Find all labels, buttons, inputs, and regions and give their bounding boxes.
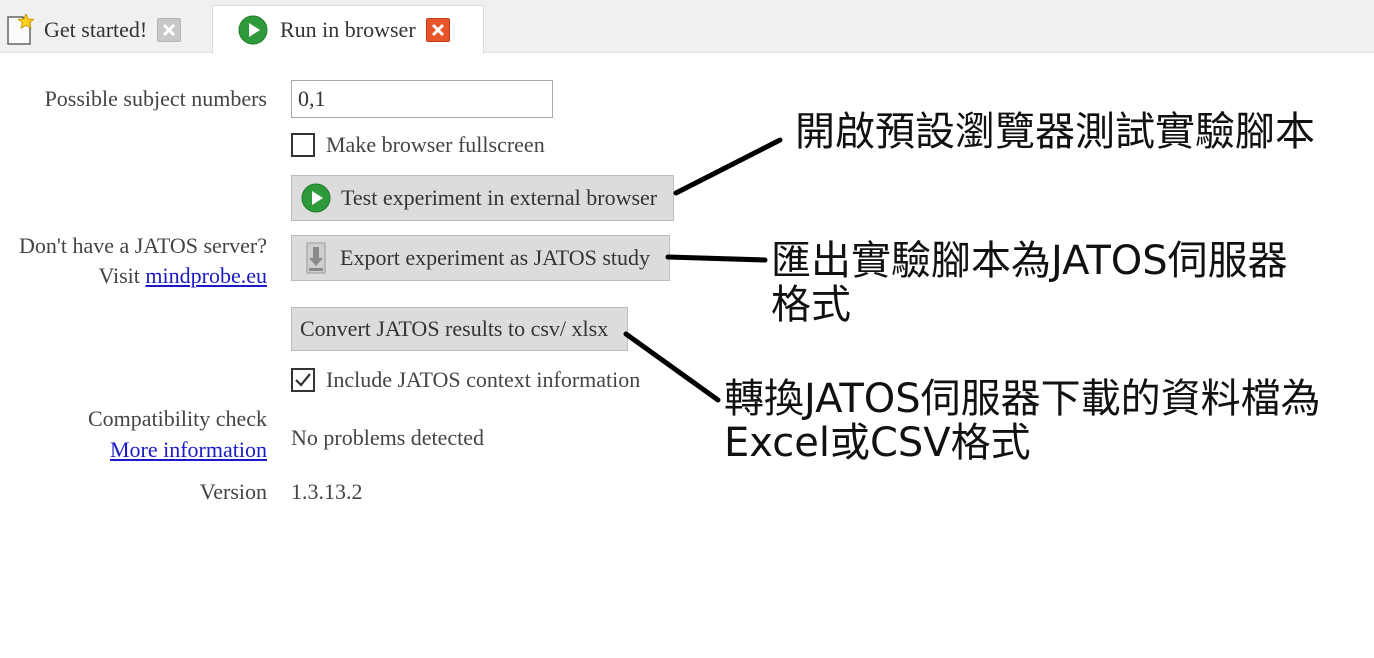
fullscreen-label: Make browser fullscreen [326, 132, 545, 157]
compatibility-status: No problems detected [291, 425, 485, 450]
annotation-export-line1: 匯出實驗腳本為JATOS伺服器 [771, 238, 1288, 284]
convert-button-label: Convert JATOS results to csv/ xlsx [300, 316, 609, 341]
context-checkbox-row[interactable]: Include JATOS context information [291, 367, 640, 393]
tab-label: Get started! [44, 17, 148, 42]
fullscreen-checkbox[interactable] [291, 133, 315, 157]
export-study-button[interactable]: Export experiment as JATOS study [291, 235, 670, 281]
fullscreen-checkbox-row[interactable]: Make browser fullscreen [291, 132, 545, 158]
tab-bar: Get started! Run in browser [0, 0, 1374, 54]
more-information-link-text[interactable]: More information [110, 437, 267, 462]
export-button-label: Export experiment as JATOS study [340, 245, 651, 270]
annotation-test: 開啟預設瀏覽器測試實驗腳本 [795, 109, 1315, 155]
annotation-line-export [665, 254, 768, 263]
annotation-convert-line2: Excel或CSV格式 [724, 420, 1031, 466]
play-icon [301, 183, 331, 213]
test-experiment-button[interactable]: Test experiment in external browser [291, 175, 674, 221]
version-value: 1.3.13.2 [291, 479, 363, 504]
version-label: Version [199, 479, 267, 504]
context-label: Include JATOS context information [326, 367, 641, 392]
app-window: Get started! Run in browser Possible sub… [0, 0, 1374, 658]
annotation-export-line2: 格式 [771, 282, 851, 328]
play-icon [238, 15, 268, 45]
tab-get-started[interactable]: Get started! [0, 8, 210, 52]
annotation-line-test [673, 137, 783, 196]
server-question-text: Don't have a JATOS server? [19, 233, 267, 258]
checkmark-icon [295, 373, 311, 387]
more-information-link[interactable]: More information [110, 437, 267, 463]
mindprobe-link[interactable]: mindprobe.eu [145, 263, 267, 288]
convert-results-button[interactable]: Convert JATOS results to csv/ xlsx [291, 307, 628, 351]
context-checkbox[interactable] [291, 368, 315, 392]
test-button-label: Test experiment in external browser [341, 185, 658, 210]
subject-numbers-input[interactable] [291, 80, 553, 118]
annotation-convert-line1: 轉換JATOS伺服器下載的資料檔為 [724, 376, 1321, 422]
close-icon[interactable] [157, 18, 182, 42]
tab-label: Run in browser [280, 17, 416, 42]
download-icon [303, 242, 329, 274]
tab-run-in-browser[interactable]: Run in browser [212, 5, 484, 54]
visit-text: Visit [98, 263, 140, 288]
document-star-icon [6, 12, 35, 46]
subject-numbers-label: Possible subject numbers [44, 86, 267, 111]
close-icon[interactable] [425, 18, 450, 42]
compatibility-label: Compatibility check [87, 406, 267, 431]
server-visit-line: Visit mindprobe.eu [98, 263, 267, 289]
